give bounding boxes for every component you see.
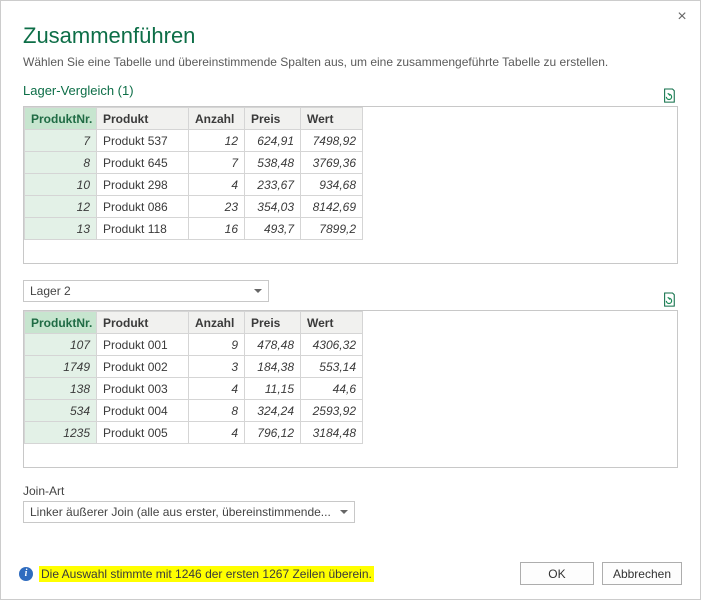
column-header[interactable]: Wert <box>301 108 363 130</box>
match-info: Die Auswahl stimmte mit 1246 der ersten … <box>39 566 374 582</box>
cell: 796,12 <box>245 422 301 444</box>
cell: 553,14 <box>301 356 363 378</box>
column-header[interactable]: ProduktNr. <box>25 312 97 334</box>
column-header[interactable]: Produkt <box>97 108 189 130</box>
table2-preview[interactable]: ProduktNr.ProduktAnzahlPreisWert 107Prod… <box>23 310 678 468</box>
cell: Produkt 003 <box>97 378 189 400</box>
cell: 3184,48 <box>301 422 363 444</box>
cell: Produkt 086 <box>97 196 189 218</box>
table2-select-label: Lager 2 <box>30 284 71 298</box>
refresh-icon[interactable] <box>662 292 676 308</box>
ok-button[interactable]: OK <box>520 562 594 585</box>
cell: 1235 <box>25 422 97 444</box>
cell: Produkt 005 <box>97 422 189 444</box>
cell: 934,68 <box>301 174 363 196</box>
cell: 107 <box>25 334 97 356</box>
table1-label: Lager-Vergleich (1) <box>23 83 134 98</box>
cell: 7498,92 <box>301 130 363 152</box>
table1-preview[interactable]: ProduktNr.ProduktAnzahlPreisWert 7Produk… <box>23 106 678 264</box>
table-row[interactable]: 534Produkt 0048324,242593,92 <box>25 400 677 422</box>
cell: 624,91 <box>245 130 301 152</box>
cell: 3 <box>189 356 245 378</box>
column-header[interactable]: Anzahl <box>189 312 245 334</box>
table-row[interactable]: 8Produkt 6457538,483769,36 <box>25 152 677 174</box>
table-row[interactable]: 1235Produkt 0054796,123184,48 <box>25 422 677 444</box>
cell: 324,24 <box>245 400 301 422</box>
cell: 534 <box>25 400 97 422</box>
table-row[interactable]: 1749Produkt 0023184,38553,14 <box>25 356 677 378</box>
cell: 184,38 <box>245 356 301 378</box>
close-button[interactable]: × <box>670 5 694 29</box>
cell: 7 <box>25 130 97 152</box>
table1: ProduktNr.ProduktAnzahlPreisWert 7Produk… <box>24 107 677 240</box>
cell: 4 <box>189 422 245 444</box>
cell: 4306,32 <box>301 334 363 356</box>
join-type-label: Join-Art <box>23 484 678 498</box>
cell: 12 <box>25 196 97 218</box>
cell: 8142,69 <box>301 196 363 218</box>
cell: 23 <box>189 196 245 218</box>
column-header[interactable]: Anzahl <box>189 108 245 130</box>
cell: 3769,36 <box>301 152 363 174</box>
cell: 9 <box>189 334 245 356</box>
info-icon: i <box>19 567 33 581</box>
cell: Produkt 001 <box>97 334 189 356</box>
cell: Produkt 004 <box>97 400 189 422</box>
cell: Produkt 298 <box>97 174 189 196</box>
cell: Produkt 118 <box>97 218 189 240</box>
cell: 44,6 <box>301 378 363 400</box>
column-header[interactable]: ProduktNr. <box>25 108 97 130</box>
table-row[interactable]: 138Produkt 003411,1544,6 <box>25 378 677 400</box>
cell: 478,48 <box>245 334 301 356</box>
dialog-subtitle: Wählen Sie eine Tabelle und übereinstimm… <box>23 55 678 69</box>
dialog-title: Zusammenführen <box>23 23 678 49</box>
cell: 12 <box>189 130 245 152</box>
cell: 7 <box>189 152 245 174</box>
dialog-footer: i Die Auswahl stimmte mit 1246 der erste… <box>1 552 700 599</box>
column-header[interactable]: Wert <box>301 312 363 334</box>
cell: 4 <box>189 174 245 196</box>
table2: ProduktNr.ProduktAnzahlPreisWert 107Prod… <box>24 311 677 444</box>
table-row[interactable]: 107Produkt 0019478,484306,32 <box>25 334 677 356</box>
cell: 4 <box>189 378 245 400</box>
refresh-icon[interactable] <box>662 88 676 104</box>
table-row[interactable]: 10Produkt 2984233,67934,68 <box>25 174 677 196</box>
join-type-select[interactable]: Linker äußerer Join (alle aus erster, üb… <box>23 501 355 523</box>
cell: 138 <box>25 378 97 400</box>
column-header[interactable]: Preis <box>245 108 301 130</box>
cell: 8 <box>25 152 97 174</box>
cell: Produkt 645 <box>97 152 189 174</box>
join-type-value: Linker äußerer Join (alle aus erster, üb… <box>30 505 331 519</box>
dialog-content: Zusammenführen Wählen Sie eine Tabelle u… <box>1 1 700 529</box>
cell: 233,67 <box>245 174 301 196</box>
cell: 354,03 <box>245 196 301 218</box>
cell: 7899,2 <box>301 218 363 240</box>
cell: 493,7 <box>245 218 301 240</box>
table-row[interactable]: 12Produkt 08623354,038142,69 <box>25 196 677 218</box>
cell: 1749 <box>25 356 97 378</box>
cell: Produkt 537 <box>97 130 189 152</box>
table-row[interactable]: 7Produkt 53712624,917498,92 <box>25 130 677 152</box>
cancel-button[interactable]: Abbrechen <box>602 562 682 585</box>
cell: 538,48 <box>245 152 301 174</box>
cell: Produkt 002 <box>97 356 189 378</box>
cell: 16 <box>189 218 245 240</box>
cell: 8 <box>189 400 245 422</box>
cell: 11,15 <box>245 378 301 400</box>
table-row[interactable]: 13Produkt 11816493,77899,2 <box>25 218 677 240</box>
cell: 2593,92 <box>301 400 363 422</box>
cell: 13 <box>25 218 97 240</box>
column-header[interactable]: Produkt <box>97 312 189 334</box>
column-header[interactable]: Preis <box>245 312 301 334</box>
cell: 10 <box>25 174 97 196</box>
table2-select[interactable]: Lager 2 <box>23 280 269 302</box>
